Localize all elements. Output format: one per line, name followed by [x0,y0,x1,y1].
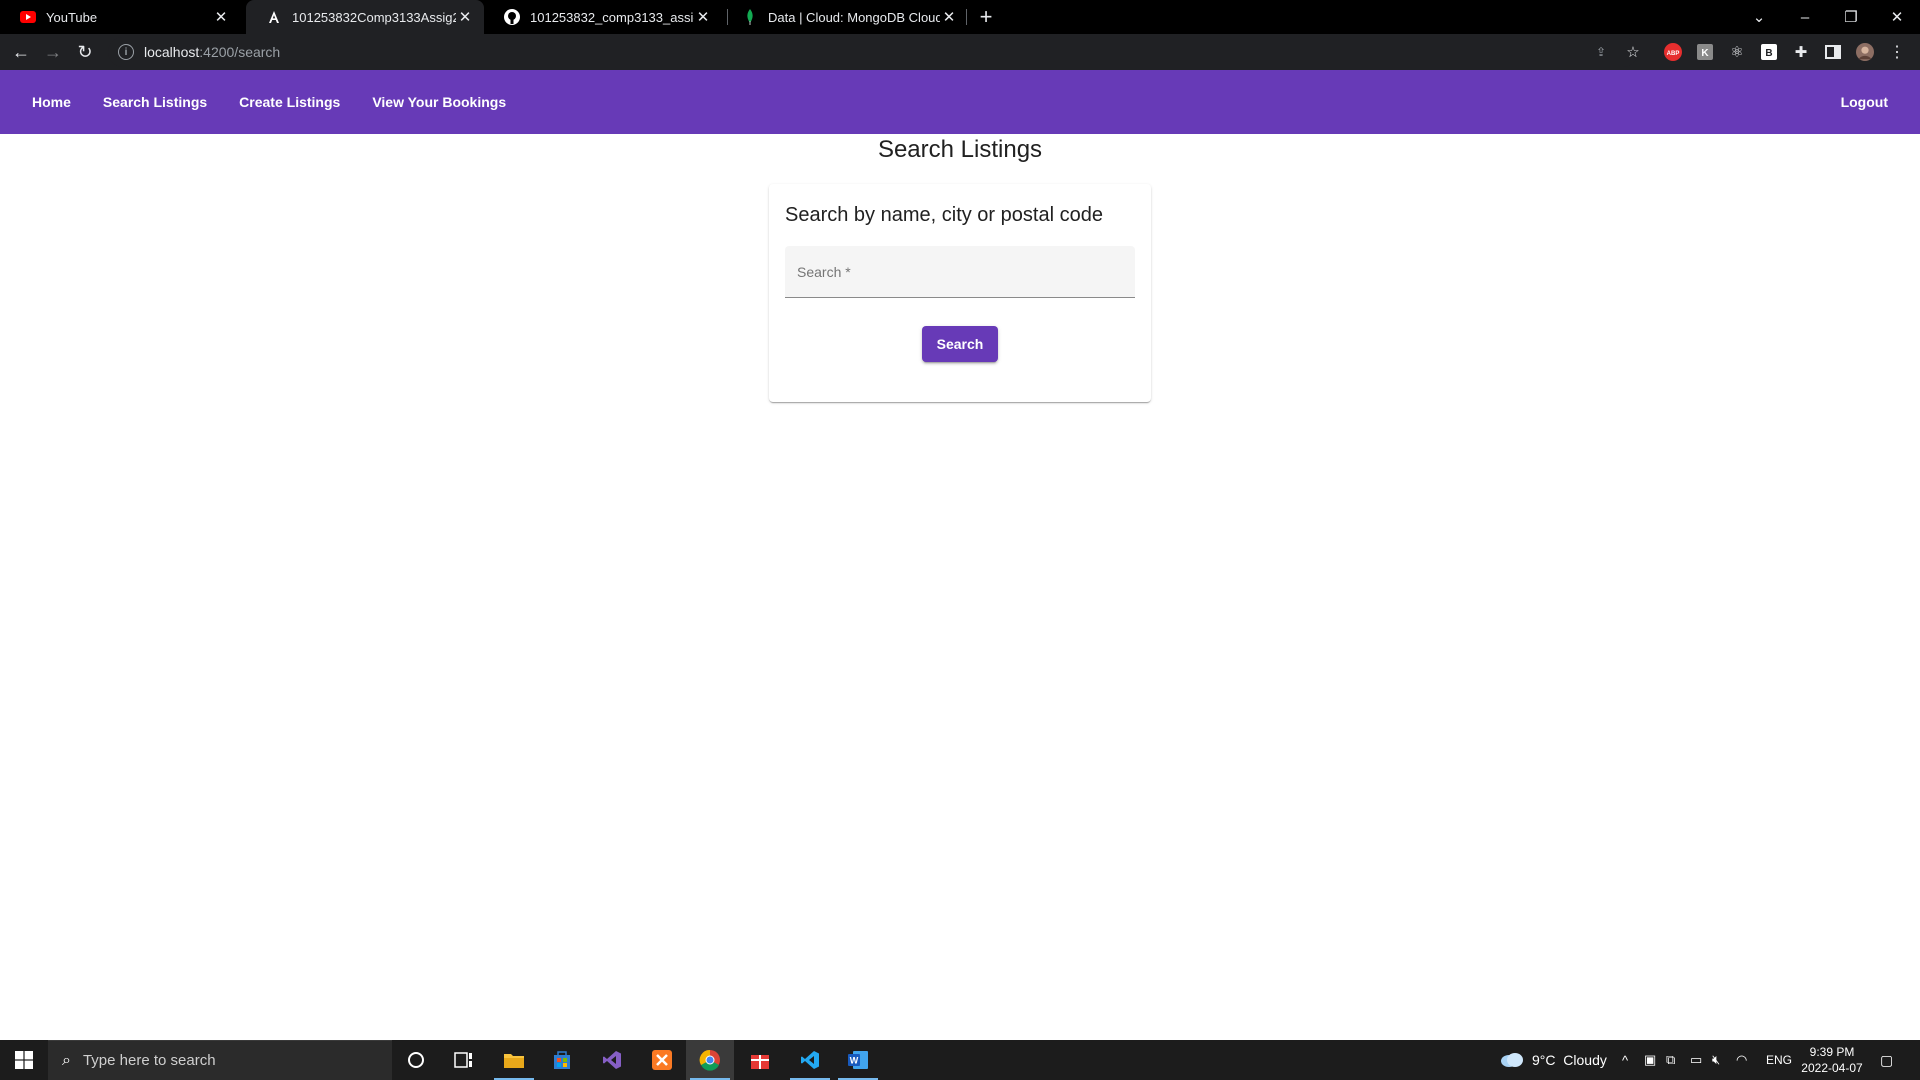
nav-search-listings[interactable]: Search Listings [87,84,223,120]
nav-view-bookings[interactable]: View Your Bookings [356,84,522,120]
word-icon[interactable]: W [834,1040,882,1080]
url-host: localhost [144,44,200,60]
close-icon[interactable]: ✕ [694,8,712,26]
profile-avatar-icon[interactable] [1856,43,1874,61]
visual-studio-icon[interactable] [588,1040,636,1080]
tab-youtube[interactable]: YouTube ✕ [0,0,240,34]
weather-text: 9°C Cloudy [1532,1052,1607,1068]
reload-icon[interactable]: ↻ [72,39,98,65]
vscode-icon[interactable] [786,1040,834,1080]
new-tab-button[interactable]: + [974,4,998,29]
close-icon[interactable]: ✕ [940,8,958,26]
github-icon [504,9,520,25]
close-icon[interactable]: ✕ [456,8,474,26]
adblock-extension-icon[interactable]: ABP [1664,43,1682,61]
taskbar-search-box[interactable]: ⌕ Type here to search [48,1040,392,1080]
search-icon: ⌕ [62,1051,71,1069]
tab-search-chevron-icon[interactable]: ⌄ [1736,0,1782,34]
share-icon[interactable]: ⇪ [1592,43,1610,61]
back-arrow-icon[interactable]: ← [8,39,34,65]
browser-toolbar: ← → ↻ i localhost:4200/search ⇪ ☆ ABP K … [0,34,1920,70]
cortana-icon[interactable] [392,1040,440,1080]
tab-github[interactable]: 101253832_comp3133_assig2/src ✕ [484,0,722,34]
restore-button[interactable]: ❐ [1828,0,1874,34]
minimize-button[interactable]: – [1782,0,1828,34]
wifi-icon[interactable]: ◠ [1736,1040,1747,1080]
svg-text:W: W [850,1056,859,1066]
url-path: :4200/search [199,44,281,60]
microsoft-store-icon[interactable] [538,1040,586,1080]
side-panel-icon[interactable] [1824,43,1842,61]
taskbar-search-placeholder: Type here to search [82,1052,216,1069]
angular-icon [266,9,282,25]
window-close-button[interactable]: ✕ [1874,0,1920,34]
tab-separator [966,9,967,25]
clock-time: 9:39 PM [1809,1045,1855,1059]
chrome-icon[interactable] [686,1040,734,1080]
page-title: Search Listings [877,136,1043,163]
search-card-title: Search by name, city or postal code [785,204,1103,226]
battery-icon[interactable]: ▭ [1690,1040,1702,1080]
task-view-icon[interactable] [440,1040,488,1080]
site-info-icon[interactable]: i [118,44,134,60]
search-button[interactable]: Search [922,326,998,362]
tab-active-app[interactable]: 101253832Comp3133Assig2 ✕ [246,0,484,34]
bookmark-star-icon[interactable]: ☆ [1624,43,1642,61]
weather-widget[interactable]: 9°C Cloudy [1500,1040,1607,1080]
mongodb-leaf-icon [742,9,758,25]
search-card: Search by name, city or postal code Sear… [769,184,1151,402]
extension-k-icon[interactable]: K [1696,43,1714,61]
browser-menu-icon[interactable]: ⋮ [1888,43,1906,61]
display-icon[interactable]: ⧉ [1666,1040,1675,1080]
meet-now-icon[interactable]: ▣ [1644,1040,1656,1080]
forward-arrow-icon[interactable]: → [40,39,66,65]
youtube-icon [20,9,36,25]
address-bar[interactable]: i localhost:4200/search [108,37,1638,67]
logout-link[interactable]: Logout [1825,84,1904,120]
close-icon[interactable]: ✕ [212,8,230,26]
tab-mongodb[interactable]: Data | Cloud: MongoDB Cloud ✕ [722,0,968,34]
windows-taskbar: ⌕ Type here to search W 9°C Cloudy ^ ▣ ⧉… [0,1040,1920,1080]
gift-app-icon[interactable] [736,1040,784,1080]
svg-text:K: K [1701,48,1709,59]
tab-title: 101253832Comp3133Assig2 [292,9,456,25]
extension-b-icon[interactable]: B [1760,43,1778,61]
cloud-icon [1500,1051,1524,1070]
notification-center-icon[interactable]: ▢ [1880,1040,1893,1080]
nav-home[interactable]: Home [16,84,87,120]
windows-start-icon[interactable] [0,1040,48,1080]
svg-text:ABP: ABP [1667,51,1680,57]
tab-title: YouTube [46,9,98,25]
react-devtools-icon[interactable]: ⚛ [1728,43,1746,61]
taskbar-clock[interactable]: 9:39 PM 2022-04-07 [1796,1044,1868,1076]
clock-date: 2022-04-07 [1801,1061,1863,1075]
file-explorer-icon[interactable] [490,1040,538,1080]
app-navbar: Home Search Listings Create Listings Vie… [0,70,1920,134]
tab-title: Data | Cloud: MongoDB Cloud [768,9,940,25]
extensions-puzzle-icon[interactable]: ✚ [1792,43,1810,61]
tab-title: 101253832_comp3133_assig2/src [530,9,694,25]
svg-text:B: B [1765,48,1772,59]
language-indicator[interactable]: ENG [1766,1040,1792,1080]
search-input[interactable] [785,246,1135,297]
browser-tab-strip: YouTube ✕ 101253832Comp3133Assig2 ✕ 1012… [0,0,1920,34]
search-field [785,246,1135,298]
xampp-icon[interactable] [638,1040,686,1080]
speaker-muted-icon[interactable]: 🔇︎ [1712,1040,1720,1080]
nav-create-listings[interactable]: Create Listings [223,84,356,120]
nav-links: Home Search Listings Create Listings Vie… [16,84,522,120]
show-hidden-icons-chevron-icon[interactable]: ^ [1622,1040,1628,1080]
